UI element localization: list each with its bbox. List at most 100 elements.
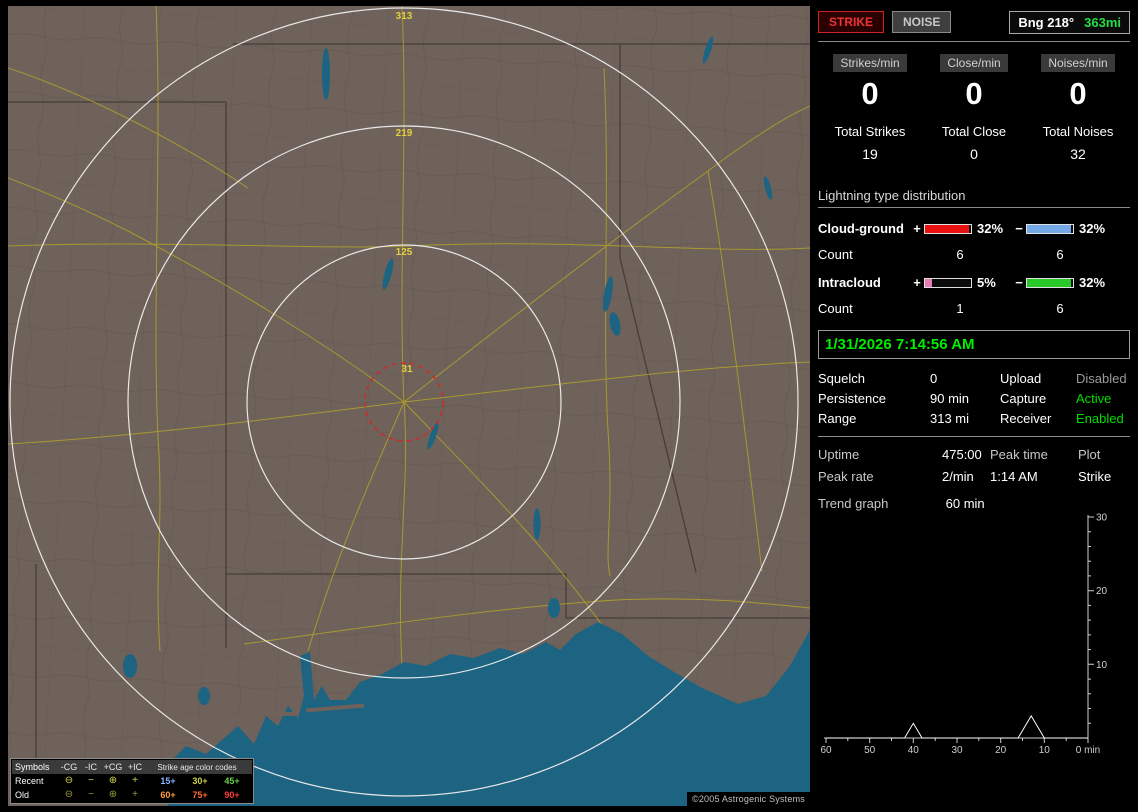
svg-text:0 min: 0 min — [1076, 745, 1100, 756]
legend-col-pos-cg: +CG — [103, 762, 123, 772]
minus-sign: − — [1015, 275, 1023, 290]
close-per-min-chip[interactable]: Close/min — [940, 54, 1008, 72]
legend-col-pos-ic: +IC — [127, 762, 143, 772]
cg-negative-pct: 32% — [1079, 221, 1106, 236]
total-strikes: Total Strikes 19 — [818, 124, 922, 162]
trend-x-ticks — [825, 738, 1089, 743]
upload-label: Upload — [1000, 371, 1042, 386]
neg-cg-symbol-icon: ⊖ — [64, 789, 74, 800]
strikes-per-min-chip[interactable]: Strikes/min — [833, 54, 907, 72]
cg-positive-count: 6 — [956, 247, 964, 262]
persistence-label: Persistence — [818, 391, 886, 406]
total-close: Total Close 0 — [922, 124, 1026, 162]
legend-col-neg-cg: -CG — [60, 762, 78, 772]
neg-cg-symbol-icon: ⊖ — [64, 775, 74, 786]
cloud-ground-count-row: Count 6 6 — [818, 247, 1130, 262]
svg-text:60: 60 — [820, 745, 832, 756]
peak-time-value: 1:14 AM — [990, 469, 1038, 484]
close-per-min-value: 0 — [965, 76, 983, 111]
noise-mode-button[interactable]: NOISE — [892, 11, 952, 33]
legend-symbols-header: Symbols — [15, 762, 50, 772]
age-30: 30+ — [192, 776, 208, 786]
ic-positive-bar-fill — [925, 278, 932, 287]
capture-status: Active — [1076, 391, 1112, 406]
ic-negative-pct: 32% — [1079, 275, 1106, 290]
pos-ic-symbol-icon: + — [132, 775, 138, 786]
map-svg: 313 219 125 31 — [8, 6, 810, 806]
stats-grid: Uptime 475:00 Peak time Plot Peak rate 2… — [818, 444, 1130, 488]
distribution-heading: Lightning type distribution — [818, 188, 1130, 208]
settings-grid: Squelch 0 Upload Disabled Persistence 90… — [818, 369, 1130, 429]
minus-sign: − — [1015, 221, 1023, 236]
total-noises: Total Noises 32 — [1026, 124, 1130, 162]
bearing-box: Bng 218° 363mi — [1009, 10, 1130, 34]
trend-graph-period: 60 min — [945, 496, 985, 511]
legend-old-label: Old — [15, 790, 30, 800]
strike-mode-button[interactable]: STRIKE — [818, 11, 885, 33]
svg-text:30: 30 — [951, 745, 963, 756]
ic-positive-bar — [924, 277, 972, 288]
lightning-map[interactable]: 313 219 125 31 Symbols -CG -IC +CG +IC S… — [8, 6, 810, 806]
svg-text:10: 10 — [1039, 745, 1051, 756]
pos-ic-symbol-icon: + — [132, 789, 138, 800]
legend-old-row: Old ⊖ − ⊕ + 60+ 75+ 90+ — [12, 788, 252, 802]
cg-positive-bar — [924, 223, 972, 234]
cg-negative-bar-fill — [1027, 224, 1072, 233]
svg-text:50: 50 — [864, 745, 876, 756]
bearing-distance: 363mi — [1084, 14, 1121, 30]
plus-sign: + — [913, 275, 921, 290]
intracloud-label: Intracloud — [818, 275, 881, 290]
count-label: Count — [818, 247, 853, 262]
legend-age-header: Strike age color codes — [157, 762, 237, 772]
peak-rate-label: Peak rate — [818, 469, 874, 484]
total-noises-label: Total Noises — [1042, 124, 1114, 139]
cg-negative-count: 6 — [1056, 247, 1064, 262]
ic-negative-count: 6 — [1056, 301, 1064, 316]
range-value: 313 mi — [930, 411, 970, 426]
peak-time-label: Peak time — [990, 447, 1048, 462]
ring-label-125: 125 — [396, 247, 413, 258]
trend-axes — [824, 515, 1089, 739]
panel-header: STRIKE NOISE Bng 218° 363mi — [818, 10, 1130, 34]
age-45: 45+ — [224, 776, 240, 786]
svg-text:40: 40 — [908, 745, 920, 756]
plus-sign: + — [913, 221, 921, 236]
pos-cg-symbol-icon: ⊕ — [108, 775, 118, 786]
total-close-label: Total Close — [941, 124, 1007, 139]
header-separator — [818, 41, 1130, 42]
intracloud-row: Intracloud + 5% − 32% — [818, 275, 1130, 290]
cg-positive-pct: 32% — [977, 221, 1004, 236]
uptime-label: Uptime — [818, 447, 860, 462]
datetime-display: 1/31/2026 7:14:56 AM — [818, 330, 1130, 359]
pos-cg-symbol-icon: ⊕ — [108, 789, 118, 800]
copyright-text: ©2005 Astrogenic Systems — [687, 792, 810, 806]
noises-per-min-value: 0 — [1069, 76, 1087, 111]
svg-text:30: 30 — [1096, 513, 1108, 524]
age-60: 60+ — [160, 790, 176, 800]
trend-series-line — [826, 714, 1088, 739]
cg-negative-bar — [1026, 223, 1074, 234]
stats-separator — [818, 436, 1130, 437]
age-75: 75+ — [192, 790, 208, 800]
squelch-value: 0 — [930, 371, 938, 386]
total-strikes-label: Total Strikes — [834, 124, 906, 139]
bearing-value: Bng 218° — [1018, 14, 1075, 30]
plot-label: Plot — [1078, 447, 1101, 462]
status-panel: STRIKE NOISE Bng 218° 363mi Strikes/min … — [818, 10, 1130, 770]
cloud-ground-row: Cloud-ground + 32% − 32% — [818, 221, 1130, 236]
svg-text:20: 20 — [1096, 586, 1108, 597]
capture-label: Capture — [1000, 391, 1047, 406]
receiver-status: Enabled — [1076, 411, 1124, 426]
ic-positive-count: 1 — [956, 301, 964, 316]
ring-label-31: 31 — [401, 364, 413, 375]
noises-per-min-chip[interactable]: Noises/min — [1041, 54, 1115, 72]
total-noises-value: 32 — [1070, 146, 1086, 162]
legend-col-neg-ic: -IC — [85, 762, 97, 772]
peak-rate-value: 2/min — [942, 469, 974, 484]
persistence-value: 90 min — [930, 391, 970, 406]
squelch-label: Squelch — [818, 371, 865, 386]
ic-negative-bar-fill — [1027, 278, 1072, 287]
legend-recent-label: Recent — [15, 776, 44, 786]
intracloud-count-row: Count 1 6 — [818, 301, 1130, 316]
legend-recent-row: Recent ⊖ − ⊕ + 15+ 30+ 45+ — [12, 774, 252, 788]
